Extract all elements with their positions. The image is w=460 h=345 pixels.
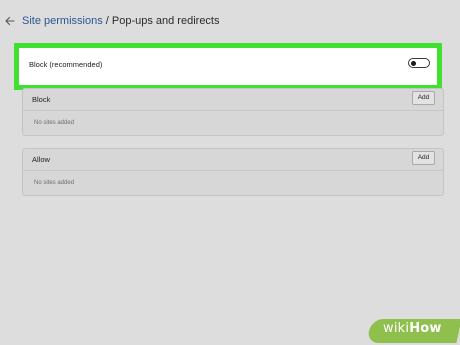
breadcrumb: Site permissions / Pop-ups and redirects bbox=[22, 15, 220, 27]
breadcrumb-separator: / bbox=[102, 15, 112, 27]
block-list-empty-text: No sites added bbox=[34, 120, 75, 126]
header: Site permissions / Pop-ups and redirects bbox=[0, 12, 460, 32]
page-title: Pop-ups and redirects bbox=[111, 15, 220, 27]
block-recommended-toggle[interactable] bbox=[408, 58, 430, 68]
block-recommended-setting: Block (recommended) bbox=[14, 43, 442, 90]
block-recommended-label: Block (recommended) bbox=[29, 60, 103, 69]
divider bbox=[23, 170, 443, 171]
allow-list-panel: Allow Add No sites added bbox=[22, 148, 444, 196]
block-add-button[interactable]: Add bbox=[412, 91, 435, 105]
block-list-panel: Block Add No sites added bbox=[22, 88, 444, 136]
arrow-left-icon[interactable] bbox=[3, 14, 17, 28]
wikihow-watermark-logo: wikiHow bbox=[383, 321, 442, 336]
block-list-title: Block bbox=[32, 95, 51, 104]
allow-add-button[interactable]: Add bbox=[412, 151, 435, 165]
allow-list-empty-text: No sites added bbox=[34, 180, 75, 186]
toggle-knob bbox=[411, 60, 416, 66]
divider bbox=[23, 110, 443, 111]
breadcrumb-link-site-permissions[interactable]: Site permissions bbox=[22, 15, 103, 27]
allow-list-title: Allow bbox=[32, 155, 50, 164]
